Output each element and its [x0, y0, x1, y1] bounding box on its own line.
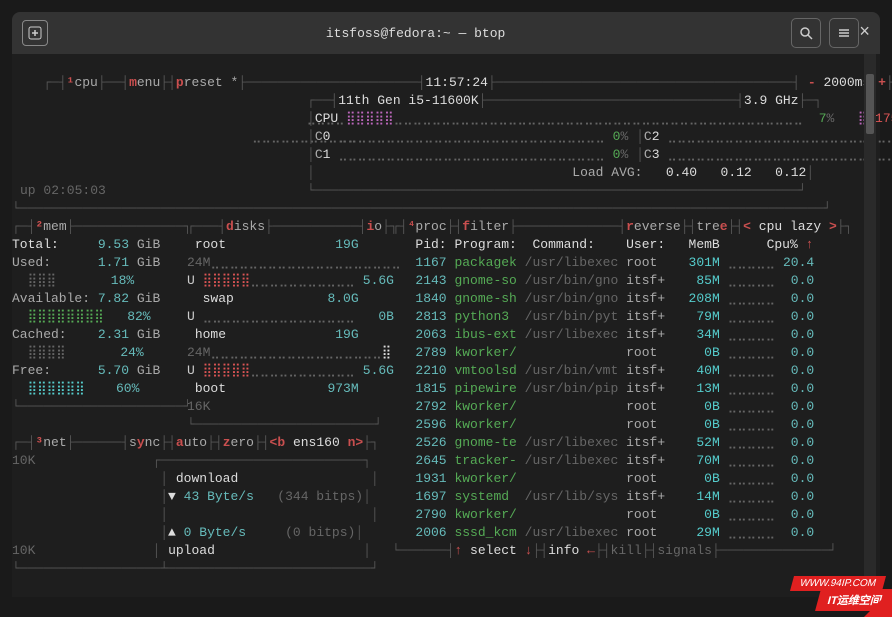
- clock: 11:57:24: [426, 75, 488, 90]
- proc-row[interactable]: 1815 pipewire /usr/bin/pip itsf+ 13M ⣀⣀⣀…: [392, 380, 837, 398]
- upload-arrow-icon: ▲: [168, 525, 176, 540]
- proc-row[interactable]: 1931 kworker/ root 0B ⣀⣀⣀⣀⣀ 0.0: [392, 470, 837, 488]
- proc-box: ┌┤⁴proc├┤filter├─────────────┤reverse├┤t…: [392, 218, 837, 560]
- uptime: up 02:05:03: [20, 182, 106, 200]
- menu-button[interactable]: [829, 18, 859, 48]
- interval-minus[interactable]: -: [808, 75, 816, 90]
- interval-plus[interactable]: +: [878, 75, 886, 90]
- proc-row[interactable]: 2792 kworker/ root 0B ⣀⣀⣀⣀⣀ 0.0: [392, 398, 837, 416]
- window-title: itsfoss@fedora:~ — btop: [48, 26, 783, 41]
- proc-row[interactable]: 2526 gnome-te /usr/libexec itsf+ 52M ⣀⣀⣀…: [392, 434, 837, 452]
- proc-row[interactable]: 2813 python3 /usr/bin/pyt itsf+ 79M ⣀⣀⣀⣀…: [392, 308, 837, 326]
- window-titlebar: itsfoss@fedora:~ — btop ×: [12, 12, 880, 54]
- proc-row[interactable]: 2596 kworker/ root 0B ⣀⣀⣀⣀⣀ 0.0: [392, 416, 837, 434]
- mem-box: ┌─┤²mem├──────────────┐ Total: 9.53 GiB …: [12, 218, 192, 416]
- net-iface: ens160: [293, 435, 340, 450]
- proc-row[interactable]: 2789 kworker/ root 0B ⣀⣀⣀⣀⣀ 0.0: [392, 344, 837, 362]
- proc-row[interactable]: 2210 vmtoolsd /usr/bin/vmt itsf+ 40M ⣀⣀⣀…: [392, 362, 837, 380]
- cpu-freq: 3.9 GHz: [744, 93, 799, 108]
- terminal: ┌─┤¹cpu├──┤menu├┤preset *├──────────────…: [12, 54, 880, 597]
- cpu-pct: 7: [819, 111, 827, 126]
- proc-row[interactable]: 1697 systemd /usr/lib/sys itsf+ 14M ⣀⣀⣀⣀…: [392, 488, 837, 506]
- cpu-info-box: ┌──┤11th Gen i5-11600K├─────────────────…: [307, 92, 827, 200]
- download-arrow-icon: ▼: [168, 489, 176, 504]
- proc-row[interactable]: 2645 tracker- /usr/libexec itsf+ 70M ⣀⣀⣀…: [392, 452, 837, 470]
- proc-row[interactable]: 2006 sssd_kcm /usr/libexec root 29M ⣀⣀⣀⣀…: [392, 524, 837, 542]
- proc-header: Pid: Program: Command: User: MemB Cpu% ↑: [392, 236, 837, 254]
- proc-row[interactable]: 2143 gnome-so /usr/bin/gno itsf+ 85M ⣀⣀⣀…: [392, 272, 837, 290]
- proc-row[interactable]: 1167 packagek /usr/libexec root 301M ⣀⣀⣀…: [392, 254, 837, 272]
- search-button[interactable]: [791, 18, 821, 48]
- proc-footer: └──────┤↑ select ↓├┤info ←├┤kill├┤signal…: [392, 542, 837, 560]
- proc-row[interactable]: 1840 gnome-sh /usr/bin/gno itsf+ 208M ⣀⣀…: [392, 290, 837, 308]
- new-tab-button[interactable]: [22, 20, 48, 46]
- cpu-model: 11th Gen i5-11600K: [338, 93, 478, 108]
- proc-sort[interactable]: cpu lazy: [759, 219, 821, 234]
- close-button[interactable]: ×: [859, 23, 870, 43]
- watermark-corner: [864, 589, 892, 617]
- disks-box: ┌───┤disks├───────────┤io├┐ root 19G 24M…: [187, 218, 387, 434]
- scrollbar[interactable]: [864, 54, 876, 597]
- proc-row[interactable]: 2790 kworker/ root 0B ⣀⣀⣀⣀⣀ 0.0: [392, 506, 837, 524]
- net-box: ┌─┤³net├──────┤sync├┤auto├┤zero├┤<b ens1…: [12, 434, 372, 578]
- proc-row[interactable]: 2063 ibus-ext /usr/libexec itsf+ 34M ⣀⣀⣀…: [392, 326, 837, 344]
